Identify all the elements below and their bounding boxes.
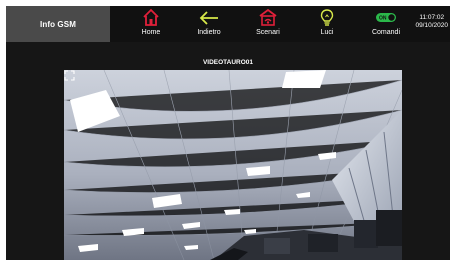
- info-gsm-label: Info GSM: [40, 19, 76, 29]
- top-bar: Info GSM Home Indietro Scenari Luci ON C…: [6, 6, 450, 42]
- info-gsm-tab[interactable]: Info GSM: [6, 6, 110, 42]
- clock-date: 09/10/2020: [415, 22, 448, 29]
- lightbulb-icon: [320, 9, 334, 26]
- nav-commands-button[interactable]: ON Comandi: [368, 8, 404, 42]
- nav-back-button[interactable]: Indietro: [192, 8, 226, 42]
- toggle-badge-text: ON: [379, 15, 387, 21]
- camera-view[interactable]: [64, 70, 402, 260]
- nav-lights-label: Luci: [320, 29, 334, 36]
- camera-title: VIDEOTAURO01: [202, 59, 254, 66]
- clock: 11:07:02 09/10/2020: [415, 14, 448, 30]
- home-icon: [143, 8, 159, 26]
- nav-home-label: Home: [141, 29, 161, 36]
- nav-scenes-button[interactable]: Scenari: [252, 8, 284, 42]
- nav-scenes-label: Scenari: [256, 29, 280, 36]
- fullscreen-icon[interactable]: [64, 70, 75, 81]
- toggle-on-icon: ON: [376, 13, 396, 22]
- clock-time: 11:07:02: [419, 14, 445, 21]
- back-arrow-icon: [199, 11, 218, 25]
- nav-home-button[interactable]: Home: [138, 8, 164, 42]
- camera-feed-image: [64, 70, 402, 260]
- app-frame: Info GSM Home Indietro Scenari Luci ON C…: [6, 6, 450, 260]
- scenes-icon: [259, 8, 277, 26]
- nav-back-label: Indietro: [197, 29, 221, 36]
- nav-commands-label: Comandi: [371, 29, 400, 36]
- nav-lights-button[interactable]: Luci: [316, 8, 338, 42]
